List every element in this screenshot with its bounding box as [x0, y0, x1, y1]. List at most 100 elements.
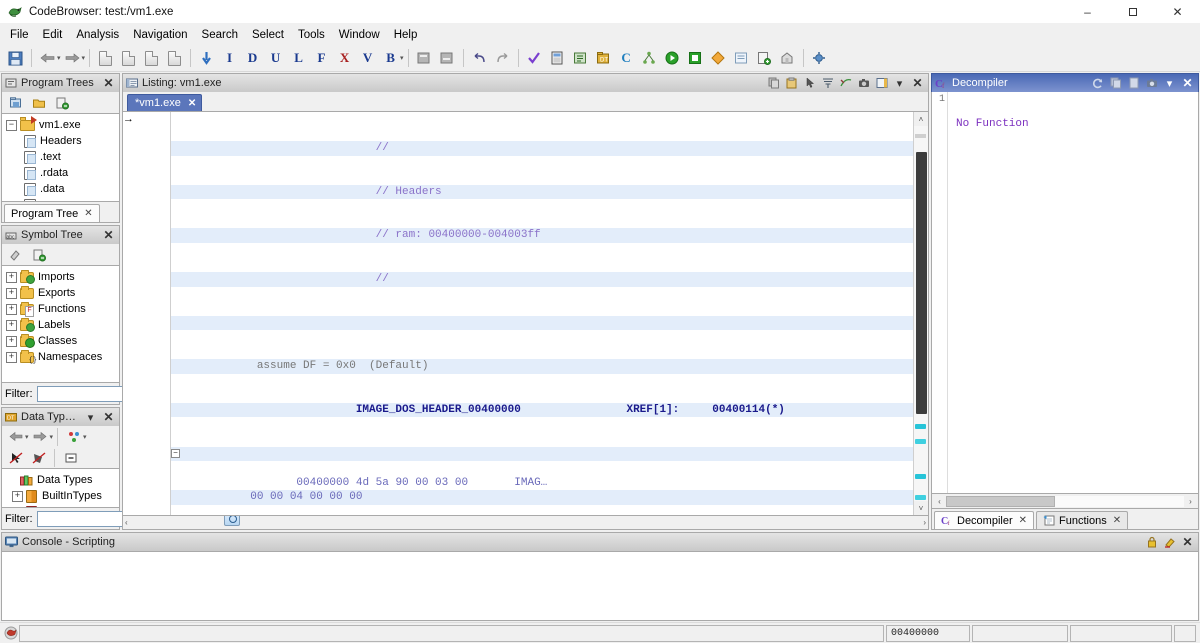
- menu-tools[interactable]: Tools: [291, 25, 332, 45]
- listing-horizontal-scrollbar[interactable]: ‹ ›: [122, 516, 929, 530]
- menu-search[interactable]: Search: [195, 25, 245, 45]
- script-manager-icon[interactable]: [685, 48, 706, 69]
- close-icon[interactable]: ✕: [1113, 515, 1121, 526]
- decompiler-body[interactable]: 1 No Function: [931, 92, 1199, 494]
- tree-row-text[interactable]: .text: [4, 149, 119, 165]
- close-icon[interactable]: ✕: [1179, 75, 1196, 91]
- undo-icon[interactable]: [469, 48, 490, 69]
- refresh-tree-icon[interactable]: [28, 244, 49, 265]
- close-icon[interactable]: ✕: [909, 75, 926, 91]
- function-call-tree-icon[interactable]: [639, 48, 660, 69]
- export-icon[interactable]: [754, 48, 775, 69]
- listing-line[interactable]: // ram: 00400000-004003ff: [171, 228, 913, 243]
- scroll-right-icon[interactable]: ›: [1185, 497, 1196, 506]
- tree-row-functions[interactable]: + Functions: [4, 301, 119, 317]
- tree-row-namespaces[interactable]: + Namespaces: [4, 349, 119, 365]
- analyze-check-icon[interactable]: [524, 48, 545, 69]
- tree-row-data[interactable]: .data: [4, 181, 119, 197]
- menu-analysis[interactable]: Analysis: [69, 25, 126, 45]
- clear-flow-icon[interactable]: X: [334, 48, 355, 69]
- goto-address-icon[interactable]: [196, 48, 217, 69]
- tree-row-rsrc[interactable]: .rsrc: [4, 197, 119, 202]
- paste-listing-icon[interactable]: [164, 48, 185, 69]
- run-script-icon[interactable]: [662, 48, 683, 69]
- replace-tree-icon[interactable]: [51, 92, 72, 113]
- listing-scroll-track[interactable]: [914, 126, 928, 501]
- listing-vertical-scrollbar[interactable]: ˄ ˅: [913, 112, 928, 515]
- tree-row-data-types-root[interactable]: Data Types: [4, 472, 119, 488]
- listing-line[interactable]: IMAGE_DOS_HEADER_00400000 XREF[1]: 00400…: [171, 403, 913, 418]
- filter-pointers-icon[interactable]: [5, 447, 26, 468]
- symbol-table-icon[interactable]: [570, 48, 591, 69]
- close-icon[interactable]: ✕: [1179, 534, 1196, 550]
- close-icon[interactable]: ✕: [188, 98, 196, 109]
- scroll-left-icon[interactable]: ‹: [125, 518, 128, 527]
- version-tracking-icon[interactable]: [708, 48, 729, 69]
- tree-row-headers[interactable]: Headers: [4, 133, 119, 149]
- tree-row-builtintypes[interactable]: + BuiltInTypes: [4, 488, 119, 504]
- rename-icon[interactable]: [5, 244, 26, 265]
- undefine-icon[interactable]: U: [265, 48, 286, 69]
- close-icon[interactable]: ✕: [100, 75, 117, 91]
- previous-icon[interactable]: [5, 426, 26, 447]
- scroll-right-icon[interactable]: ›: [923, 518, 926, 527]
- archive-icon[interactable]: [777, 48, 798, 69]
- expander-icon[interactable]: +: [6, 320, 17, 331]
- tab-functions[interactable]: Functions ✕: [1036, 511, 1128, 529]
- menu-edit[interactable]: Edit: [36, 25, 70, 45]
- label-icon[interactable]: L: [288, 48, 309, 69]
- close-icon[interactable]: ✕: [100, 227, 117, 243]
- function-graph-icon[interactable]: C: [616, 48, 637, 69]
- scroll-down-icon[interactable]: ˅: [914, 501, 928, 515]
- console-output[interactable]: [1, 551, 1199, 621]
- menu-file[interactable]: File: [3, 25, 36, 45]
- expander-icon[interactable]: +: [6, 288, 17, 299]
- data-type-manager-icon[interactable]: DT: [593, 48, 614, 69]
- data-icon[interactable]: D: [242, 48, 263, 69]
- open-folder-icon[interactable]: [28, 92, 49, 113]
- listing-line[interactable]: // Headers: [171, 185, 913, 200]
- expander-icon[interactable]: +: [6, 304, 17, 315]
- flow-arrows-icon[interactable]: [837, 75, 854, 91]
- new-datatype-icon[interactable]: [63, 426, 84, 447]
- expander-icon[interactable]: +: [6, 336, 17, 347]
- edit-fields-icon[interactable]: [873, 75, 890, 91]
- close-button[interactable]: ✕: [1155, 0, 1200, 24]
- scroll-left-icon[interactable]: ‹: [934, 497, 945, 506]
- close-icon[interactable]: ✕: [84, 208, 92, 219]
- cursor-toggle-icon[interactable]: [801, 75, 818, 91]
- listing-scroll-thumb[interactable]: [916, 152, 927, 414]
- select-subroutine-icon[interactable]: [437, 48, 458, 69]
- decompiler-horizontal-scrollbar[interactable]: ‹ ›: [931, 494, 1199, 509]
- listing-line[interactable]: //: [171, 272, 913, 287]
- listing-line[interactable]: [171, 316, 913, 331]
- lock-icon[interactable]: [1143, 534, 1160, 550]
- tree-row-labels[interactable]: + Labels: [4, 317, 119, 333]
- copy-icon[interactable]: [765, 75, 782, 91]
- bookmark-icon[interactable]: B: [380, 48, 401, 69]
- scroll-up-icon[interactable]: ˄: [914, 112, 928, 126]
- decompiler-scroll-thumb[interactable]: [946, 496, 1055, 507]
- back-arrow-icon[interactable]: [37, 48, 58, 69]
- menu-select[interactable]: Select: [245, 25, 291, 45]
- tree-row-root[interactable]: − vm1.exe: [4, 117, 119, 133]
- listing-tab-vm1exe[interactable]: *vm1.exe ✕: [127, 94, 202, 111]
- listing-line[interactable]: //: [171, 141, 913, 156]
- tree-row-rdata[interactable]: .rdata: [4, 165, 119, 181]
- expander-icon[interactable]: +: [6, 352, 17, 363]
- variable-icon[interactable]: V: [357, 48, 378, 69]
- instruction-icon[interactable]: I: [219, 48, 240, 69]
- minimize-button[interactable]: –: [1065, 0, 1110, 24]
- maximize-button[interactable]: [1110, 0, 1155, 24]
- select-complement-icon[interactable]: [414, 48, 435, 69]
- menu-window[interactable]: Window: [332, 25, 387, 45]
- chevron-down-icon[interactable]: ▾: [82, 409, 99, 425]
- tree-row-imports[interactable]: + Imports: [4, 269, 119, 285]
- expander-icon[interactable]: −: [6, 120, 17, 131]
- close-icon[interactable]: ✕: [100, 409, 117, 425]
- menu-navigation[interactable]: Navigation: [126, 25, 194, 45]
- close-icon[interactable]: ✕: [1019, 515, 1027, 526]
- tab-decompiler[interactable]: Cf Decompiler ✕: [934, 511, 1034, 529]
- copy-listing-icon[interactable]: [141, 48, 162, 69]
- expander-icon[interactable]: +: [12, 507, 23, 509]
